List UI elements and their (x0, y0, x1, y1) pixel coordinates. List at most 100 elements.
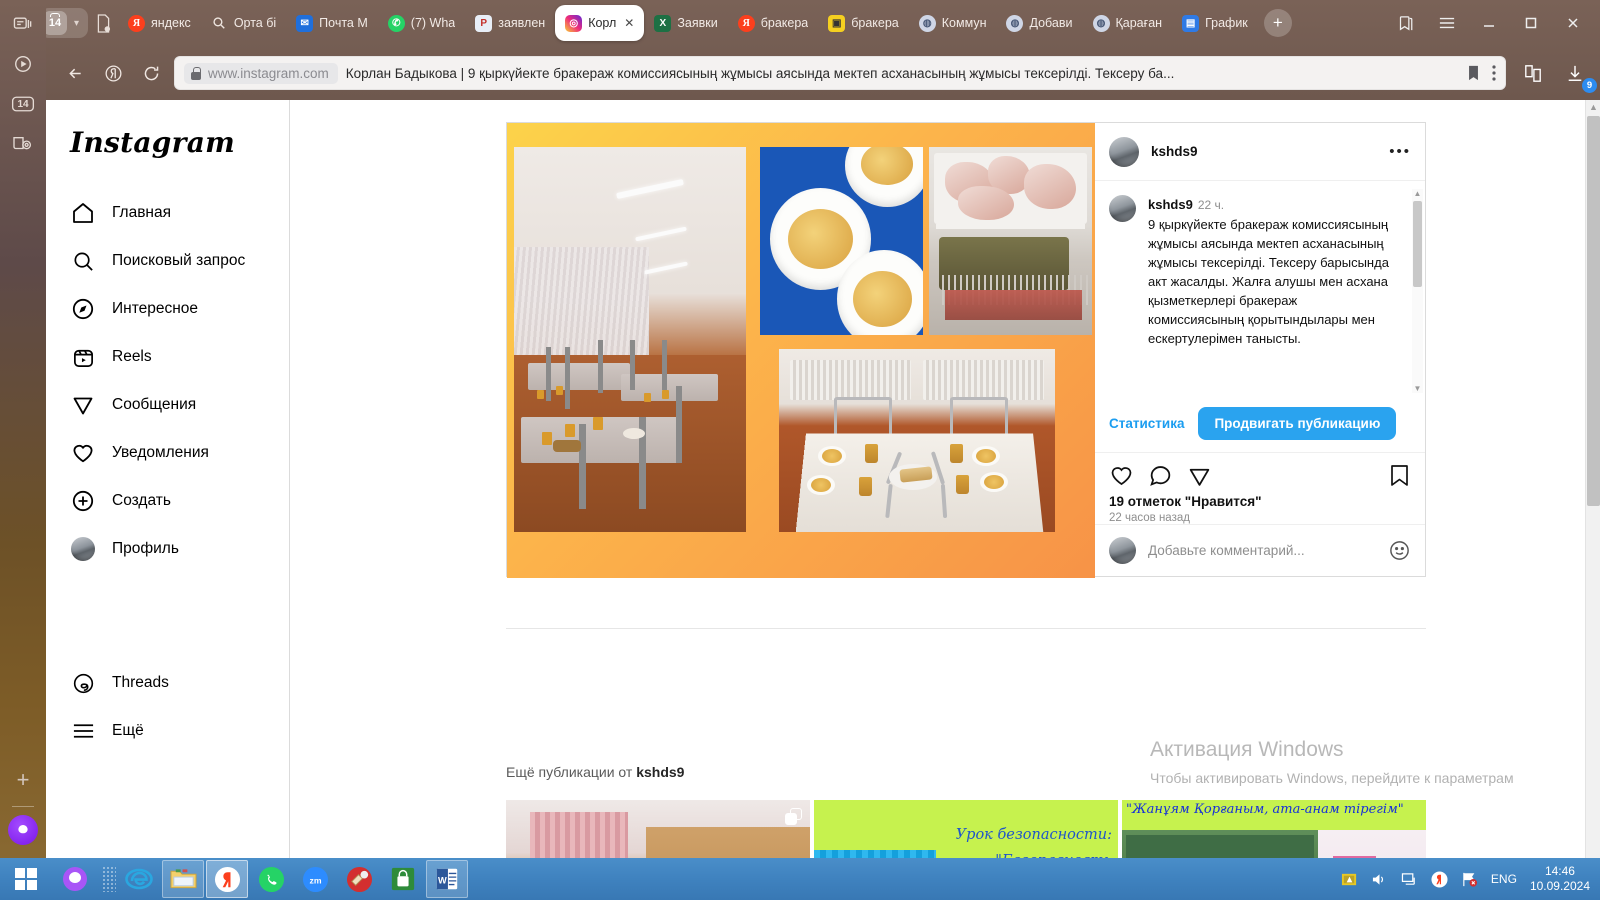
close-tab-icon[interactable]: ✕ (624, 16, 634, 30)
maximize-button[interactable] (1510, 7, 1552, 39)
tab-4[interactable]: P заявлен (465, 6, 555, 40)
yandex-icon (214, 866, 241, 893)
more-options-icon[interactable] (1492, 65, 1496, 81)
taskbar-file-explorer[interactable] (162, 860, 204, 898)
new-tab-button[interactable]: + (1264, 9, 1292, 37)
sidebar-item-reels[interactable]: Reels (46, 333, 279, 381)
tab-label: бракера (761, 16, 809, 30)
alice-assistant-icon[interactable] (8, 815, 38, 845)
tabs-overview-icon[interactable] (0, 4, 46, 44)
taskbar-microsoft-store[interactable] (382, 860, 424, 898)
tab-7[interactable]: Я бракера (728, 6, 819, 40)
more-posts-account[interactable]: kshds9 (636, 764, 684, 780)
start-button[interactable] (0, 858, 52, 900)
likes-count[interactable]: 19 отметок "Нравится" (1095, 490, 1425, 509)
network-warning-icon[interactable] (1341, 871, 1358, 888)
chevron-down-icon[interactable]: ▾ (74, 18, 79, 29)
address-bar[interactable]: www.instagram.com Корлан Бадыкова | 9 қы… (174, 56, 1506, 90)
taskbar-zoom[interactable]: zm (294, 860, 336, 898)
box-icon: ▤ (1182, 15, 1199, 32)
tab-2[interactable]: ✉ Почта M (286, 6, 378, 40)
sidebar-item-label: Ещё (112, 722, 144, 740)
taskbar-word[interactable]: W (426, 860, 468, 898)
comment-icon[interactable] (1148, 463, 1173, 488)
yandex-home-icon[interactable] (98, 58, 128, 88)
scroll-thumb[interactable] (1587, 116, 1600, 506)
tab-label: Заявки (677, 16, 717, 30)
sidebar-item-home[interactable]: Главная (46, 189, 279, 237)
sidebar-item-create[interactable]: Создать (46, 477, 279, 525)
sidebar-item-explore[interactable]: Интересное (46, 285, 279, 333)
taskbar-alice[interactable] (54, 860, 96, 898)
tab-0[interactable]: Я яндекс (118, 6, 201, 40)
tab-group-button[interactable]: 14 ▾ (40, 8, 88, 38)
taskbar-cleaner[interactable] (338, 860, 380, 898)
menu-icon[interactable] (1426, 7, 1468, 39)
tab-10[interactable]: ◍ Добави (996, 6, 1082, 40)
caption-scrollbar[interactable]: ▲ ▼ (1412, 189, 1423, 393)
emoji-icon[interactable] (1388, 539, 1411, 562)
bookmarks-icon[interactable] (1384, 7, 1426, 39)
sidebar-item-more[interactable]: Ещё (46, 707, 279, 755)
statistics-link[interactable]: Статистика (1109, 416, 1184, 431)
post-image-collage[interactable] (507, 123, 1095, 578)
new-page-icon[interactable] (88, 8, 118, 38)
site-security-chip[interactable]: www.instagram.com (184, 63, 338, 84)
post-author[interactable]: kshds9 (1151, 144, 1198, 159)
sidebar-item-profile[interactable]: Профиль (46, 525, 279, 573)
share-icon[interactable] (1187, 463, 1212, 488)
add-shortcut-icon[interactable]: + (0, 760, 46, 800)
close-button[interactable] (1552, 7, 1594, 39)
tab-8[interactable]: ▣ бракера (818, 6, 909, 40)
taskbar-whatsapp[interactable] (250, 860, 292, 898)
tab-5-active[interactable]: ◎ Корл ✕ (555, 5, 644, 41)
sidebar-item-messages[interactable]: Сообщения (46, 381, 279, 429)
tab-6[interactable]: X Заявки (644, 6, 727, 40)
tab-3[interactable]: ✆ (7) Wha (378, 6, 465, 40)
zoom-icon: zm (302, 866, 329, 893)
rail-tab-count-icon[interactable]: 14 (0, 84, 46, 124)
downloads-icon[interactable]: 9 (1560, 58, 1590, 88)
instagram-logo[interactable]: Instagram (46, 126, 289, 159)
page-scrollbar[interactable]: ▲ (1585, 100, 1600, 878)
display-icon[interactable] (1401, 872, 1418, 887)
windows-logo-icon (15, 868, 37, 890)
video-player-icon[interactable] (0, 44, 46, 84)
taskbar-internet-explorer[interactable] (118, 860, 160, 898)
scroll-up-icon[interactable]: ▲ (1413, 189, 1422, 198)
back-button[interactable] (60, 58, 90, 88)
tab-12[interactable]: ▤ График (1172, 6, 1258, 40)
scroll-thumb[interactable] (1413, 201, 1422, 287)
scroll-down-icon[interactable]: ▼ (1413, 384, 1422, 393)
tab-11[interactable]: ◍ Қараған (1083, 6, 1173, 40)
avatar[interactable] (1109, 137, 1139, 167)
clock[interactable]: 14:46 10.09.2024 (1530, 864, 1590, 894)
comment-input[interactable]: Добавьте комментарий... (1148, 543, 1376, 558)
taskbar-grip[interactable] (102, 866, 116, 892)
save-icon[interactable] (1388, 463, 1411, 488)
reload-button[interactable] (136, 58, 166, 88)
sidebar-item-threads[interactable]: Threads (46, 659, 279, 707)
sidebar-item-notifications[interactable]: Уведомления (46, 429, 279, 477)
promote-post-button[interactable]: Продвигать публикацию (1198, 407, 1396, 440)
avatar[interactable] (1109, 195, 1136, 222)
flag-alert-icon[interactable] (1461, 871, 1478, 888)
screenshot-icon[interactable] (0, 124, 46, 164)
volume-icon[interactable] (1371, 872, 1388, 887)
avatar (70, 536, 96, 562)
bookmark-icon[interactable] (1467, 65, 1480, 81)
add-comment-row[interactable]: Добавьте комментарий... (1095, 524, 1425, 576)
sidebar-item-search[interactable]: Поисковый запрос (46, 237, 279, 285)
scroll-up-icon[interactable]: ▲ (1589, 103, 1598, 112)
like-icon[interactable] (1109, 463, 1134, 488)
tab-1[interactable]: Орта бі (201, 6, 286, 40)
tab-9[interactable]: ◍ Коммун (909, 6, 997, 40)
collections-icon[interactable] (1518, 58, 1548, 88)
language-indicator[interactable]: ENG (1491, 872, 1517, 886)
post-options-icon[interactable]: ••• (1389, 143, 1411, 160)
yandex-tray-icon[interactable] (1431, 871, 1448, 888)
minimize-button[interactable] (1468, 7, 1510, 39)
taskbar-yandex-browser[interactable] (206, 860, 248, 898)
caption-author[interactable]: kshds9 (1148, 197, 1193, 212)
compass-icon (70, 296, 96, 322)
